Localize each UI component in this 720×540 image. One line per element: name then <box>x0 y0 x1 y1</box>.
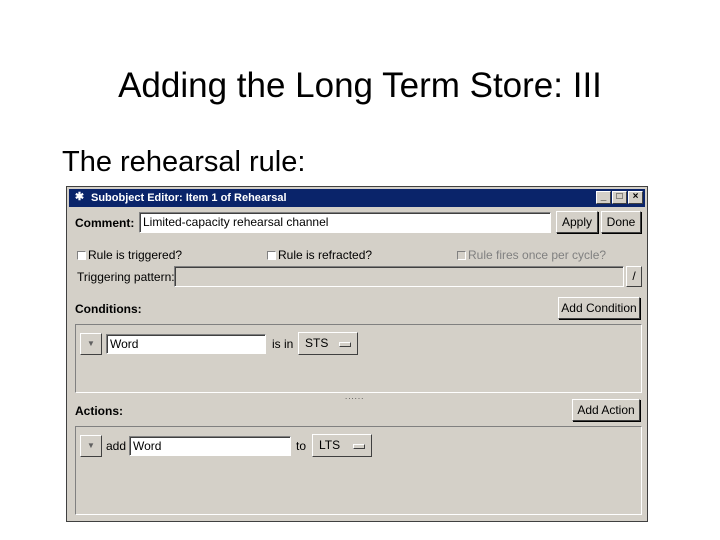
add-condition-button[interactable]: Add Condition <box>558 297 640 319</box>
apply-button[interactable]: Apply <box>556 211 598 233</box>
maximize-button[interactable]: □ <box>612 191 627 204</box>
rule-refracted-checkbox[interactable]: Rule is refracted? <box>267 248 372 262</box>
rule-triggered-checkbox[interactable]: Rule is triggered? <box>77 248 182 262</box>
subobject-editor-window: ✱ Subobject Editor: Item 1 of Rehearsal … <box>66 186 648 522</box>
action-term-field[interactable]: Word <box>129 436 291 456</box>
checkbox-box <box>267 250 276 260</box>
comment-field[interactable]: Limited-capacity rehearsal channel <box>139 212 551 233</box>
window-titlebar[interactable]: ✱ Subobject Editor: Item 1 of Rehearsal … <box>69 189 645 207</box>
condition-term-field[interactable]: Word <box>106 334 266 354</box>
triggering-pattern-label: Triggering pattern: <box>77 270 175 284</box>
done-button[interactable]: Done <box>601 211 641 233</box>
option-menu-indicator-icon <box>353 444 365 449</box>
fires-once-checkbox[interactable]: Rule fires once per cycle? <box>457 248 606 262</box>
conditions-label: Conditions: <box>75 302 142 316</box>
triggering-pattern-field[interactable] <box>174 266 624 287</box>
edit-pattern-button[interactable]: / <box>626 266 642 287</box>
option-menu-indicator-icon <box>339 342 351 347</box>
condition-buffer-menu[interactable]: STS <box>298 332 358 355</box>
condition-relation-label: is in <box>272 337 294 351</box>
conditions-panel: ▼ Word is in STS <box>75 324 642 393</box>
slide-bullet: The rehearsal rule: <box>62 146 306 178</box>
checkbox-label: Rule is refracted? <box>278 248 373 262</box>
checkbox-box <box>77 250 86 260</box>
close-button[interactable]: × <box>628 191 643 204</box>
minimize-button[interactable]: _ <box>596 191 611 204</box>
action-preposition-label: to <box>296 439 307 453</box>
chevron-down-icon[interactable]: ▼ <box>80 333 102 355</box>
window-title: Subobject Editor: Item 1 of Rehearsal <box>91 192 287 204</box>
action-verb-label: add <box>106 439 127 453</box>
slide-title: Adding the Long Term Store: III <box>118 66 602 105</box>
action-buffer-menu[interactable]: LTS <box>312 434 372 457</box>
pane-sash-handle[interactable]: ...... <box>345 392 364 401</box>
chevron-down-icon[interactable]: ▼ <box>80 435 102 457</box>
checkbox-label: Rule is triggered? <box>88 248 183 262</box>
action-buffer-value: LTS <box>319 438 341 452</box>
add-action-button[interactable]: Add Action <box>572 399 640 421</box>
actions-panel: ▼ add Word to LTS <box>75 426 642 515</box>
network-icon: ✱ <box>74 191 85 203</box>
condition-buffer-value: STS <box>305 336 329 350</box>
comment-label: Comment: <box>75 216 135 230</box>
checkbox-label: Rule fires once per cycle? <box>468 248 607 262</box>
checkbox-box <box>457 250 466 260</box>
actions-label: Actions: <box>75 404 123 418</box>
